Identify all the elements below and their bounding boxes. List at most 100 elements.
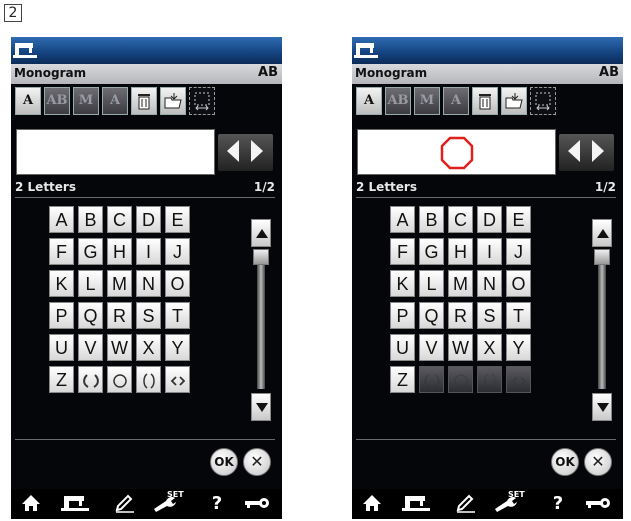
letter-key-v[interactable]: V	[78, 334, 103, 361]
letter-key-r[interactable]: R	[448, 302, 473, 329]
frame-key-wreath[interactable]	[78, 366, 103, 393]
key-button[interactable]	[243, 493, 271, 515]
toolbar-button-spacing[interactable]	[189, 87, 215, 115]
letter-key-u[interactable]: U	[390, 334, 415, 361]
letter-key-t[interactable]: T	[506, 302, 531, 329]
letter-key-a[interactable]: A	[390, 206, 415, 233]
letter-key-k[interactable]: K	[49, 270, 74, 297]
scrollbar[interactable]	[592, 219, 612, 421]
letter-key-t[interactable]: T	[165, 302, 190, 329]
toolbar-button-small-m[interactable]: M	[73, 87, 99, 115]
pencil-button[interactable]	[452, 493, 480, 515]
letter-key-s[interactable]: S	[477, 302, 502, 329]
toolbar-button-spacing[interactable]	[530, 87, 556, 115]
toolbar-button-font-style[interactable]: A	[356, 87, 382, 115]
letter-key-b[interactable]: B	[78, 206, 103, 233]
letter-key-u[interactable]: U	[49, 334, 74, 361]
letter-key-d[interactable]: D	[136, 206, 161, 233]
ok-button[interactable]: OK	[551, 448, 579, 476]
wrench-button[interactable]: SET	[492, 490, 525, 515]
scroll-thumb[interactable]	[594, 249, 610, 265]
wrench-button[interactable]: SET	[151, 490, 184, 515]
toolbar-button-delete[interactable]	[472, 87, 498, 115]
letter-key-h[interactable]: H	[107, 238, 132, 265]
help-button[interactable]: ?	[203, 493, 231, 515]
right-arrow-button[interactable]	[592, 140, 604, 162]
letter-key-p[interactable]: P	[49, 302, 74, 329]
scroll-up-button[interactable]	[592, 219, 612, 247]
frame-key-brace[interactable]	[136, 366, 161, 393]
letter-key-p[interactable]: P	[390, 302, 415, 329]
letter-key-j[interactable]: J	[506, 238, 531, 265]
letter-key-q[interactable]: Q	[419, 302, 444, 329]
letter-key-f[interactable]: F	[390, 238, 415, 265]
letter-key-r[interactable]: R	[107, 302, 132, 329]
left-arrow-button[interactable]	[568, 140, 580, 162]
letter-key-b[interactable]: B	[419, 206, 444, 233]
letter-key-w[interactable]: W	[107, 334, 132, 361]
letter-key-e[interactable]: E	[165, 206, 190, 233]
letter-key-i[interactable]: I	[477, 238, 502, 265]
letter-key-n[interactable]: N	[477, 270, 502, 297]
toolbar-button-small-m[interactable]: M	[414, 87, 440, 115]
letter-key-v[interactable]: V	[419, 334, 444, 361]
toolbar-button-large-a[interactable]: A	[102, 87, 128, 115]
frame-key-angle[interactable]	[165, 366, 190, 393]
letter-key-w[interactable]: W	[448, 334, 473, 361]
toolbar-button-delete[interactable]	[131, 87, 157, 115]
letter-key-s[interactable]: S	[136, 302, 161, 329]
home-button[interactable]	[358, 493, 386, 515]
letter-key-m[interactable]: M	[107, 270, 132, 297]
scroll-down-button[interactable]	[251, 393, 271, 421]
letter-key-g[interactable]: G	[419, 238, 444, 265]
left-arrow-button[interactable]	[227, 140, 239, 162]
scroll-down-button[interactable]	[592, 393, 612, 421]
scrollbar[interactable]	[251, 219, 271, 421]
frame-key-circle[interactable]	[107, 366, 132, 393]
scroll-track[interactable]	[257, 249, 265, 389]
cancel-button[interactable]: ✕	[243, 448, 271, 476]
letter-key-c[interactable]: C	[107, 206, 132, 233]
scroll-up-button[interactable]	[251, 219, 271, 247]
letter-key-n[interactable]: N	[136, 270, 161, 297]
letter-key-i[interactable]: I	[136, 238, 161, 265]
help-button[interactable]: ?	[544, 493, 572, 515]
letter-key-d[interactable]: D	[477, 206, 502, 233]
toolbar-button-large-a[interactable]: A	[443, 87, 469, 115]
letter-key-k[interactable]: K	[390, 270, 415, 297]
letter-key-g[interactable]: G	[78, 238, 103, 265]
right-arrow-button[interactable]	[251, 140, 263, 162]
toolbar-button-font-size[interactable]: AB	[385, 87, 411, 115]
toolbar-button-font-size[interactable]: AB	[44, 87, 70, 115]
letter-key-c[interactable]: C	[448, 206, 473, 233]
machine-button[interactable]	[61, 493, 89, 515]
scroll-thumb[interactable]	[253, 249, 269, 265]
letter-key-x[interactable]: X	[477, 334, 502, 361]
ok-button[interactable]: OK	[210, 448, 238, 476]
letter-key-z[interactable]: Z	[49, 366, 74, 393]
toolbar-button-font-style[interactable]: A	[15, 87, 41, 115]
toolbar-button-folder[interactable]	[160, 87, 186, 115]
letter-key-l[interactable]: L	[419, 270, 444, 297]
letter-key-l[interactable]: L	[78, 270, 103, 297]
scroll-track[interactable]	[598, 249, 606, 389]
letter-key-q[interactable]: Q	[78, 302, 103, 329]
letter-key-m[interactable]: M	[448, 270, 473, 297]
toolbar-button-folder[interactable]	[501, 87, 527, 115]
letter-key-a[interactable]: A	[49, 206, 74, 233]
letter-key-o[interactable]: O	[506, 270, 531, 297]
cancel-button[interactable]: ✕	[584, 448, 612, 476]
machine-button[interactable]	[402, 493, 430, 515]
home-button[interactable]	[17, 493, 45, 515]
letter-key-e[interactable]: E	[506, 206, 531, 233]
letter-key-f[interactable]: F	[49, 238, 74, 265]
letter-key-j[interactable]: J	[165, 238, 190, 265]
key-button[interactable]	[584, 493, 612, 515]
letter-key-h[interactable]: H	[448, 238, 473, 265]
pencil-button[interactable]	[111, 493, 139, 515]
letter-key-o[interactable]: O	[165, 270, 190, 297]
letter-key-y[interactable]: Y	[506, 334, 531, 361]
letter-key-x[interactable]: X	[136, 334, 161, 361]
letter-key-z[interactable]: Z	[390, 366, 415, 393]
letter-key-y[interactable]: Y	[165, 334, 190, 361]
